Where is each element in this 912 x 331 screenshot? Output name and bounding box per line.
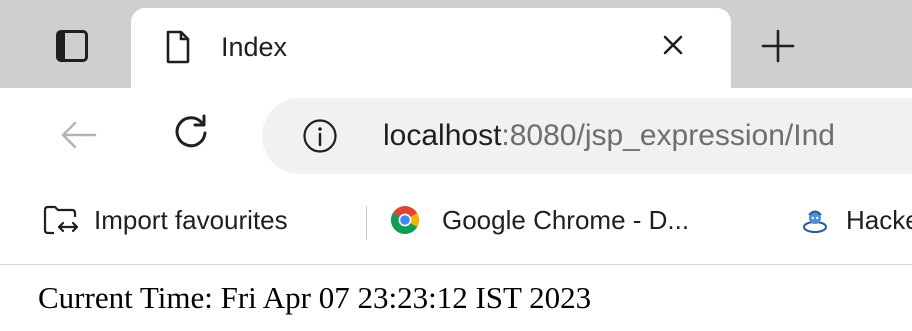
info-icon[interactable] (302, 118, 338, 154)
tab-actions-button[interactable] (35, 18, 109, 74)
page-icon (166, 30, 190, 64)
refresh-button[interactable] (168, 110, 214, 156)
refresh-icon (175, 114, 207, 148)
import-favourites-icon (43, 205, 79, 235)
chrome-icon (391, 206, 419, 234)
favourite-label: Import favourites (94, 205, 288, 235)
back-button[interactable] (56, 112, 102, 158)
toolbar: localhost:8080/jsp_expression/Ind (0, 88, 912, 182)
favourite-hacker[interactable]: Hacke (800, 200, 912, 240)
tab-title: Index (221, 32, 288, 62)
favourite-import-favourites[interactable]: Import favourites (42, 200, 288, 240)
url-text[interactable]: localhost:8080/jsp_expression/Ind (383, 117, 835, 155)
tab-close-button[interactable] (653, 25, 693, 65)
url-path: :8080/jsp_expression/Ind (501, 119, 835, 152)
tab-strip: Index (0, 0, 912, 88)
page-content: Current Time: Fri Apr 07 23:23:12 IST 20… (0, 265, 912, 331)
arrow-left-icon (61, 121, 97, 149)
hacker-icon (803, 210, 827, 233)
favourites-bar: Import favourites Google Chrome - D... H… (0, 182, 912, 265)
browser-window: Index localhost:8080/jsp_expression/Ind … (0, 0, 912, 331)
address-bar[interactable]: localhost:8080/jsp_expression/Ind (262, 98, 912, 174)
url-host: localhost (383, 119, 502, 152)
tab-actions-icon (56, 30, 88, 62)
favourite-google-chrome[interactable]: Google Chrome - D... (390, 200, 689, 240)
current-time-text: Current Time: Fri Apr 07 23:23:12 IST 20… (38, 280, 592, 315)
new-tab-button[interactable] (752, 20, 804, 72)
tab-index[interactable]: Index (131, 8, 731, 88)
favourite-label: Google Chrome - D... (442, 205, 690, 235)
favourites-divider (366, 206, 367, 240)
close-icon (663, 35, 683, 55)
plus-icon (761, 29, 795, 63)
favourite-label: Hacke (846, 205, 912, 235)
